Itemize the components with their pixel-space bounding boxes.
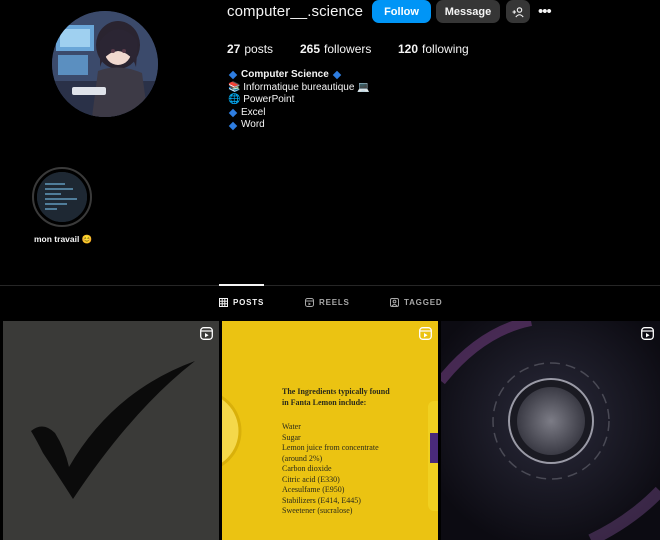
bio-line: Word <box>241 119 265 131</box>
bio-line: Excel <box>241 106 266 118</box>
following-count[interactable]: 120 following <box>398 42 469 56</box>
profile-avatar[interactable] <box>52 11 158 117</box>
tab-tagged[interactable]: TAGGED <box>390 298 442 307</box>
followers-count[interactable]: 265 followers <box>300 42 398 56</box>
tab-reels[interactable]: REELS <box>305 298 350 307</box>
more-options-icon[interactable]: ••• <box>538 3 552 20</box>
ingredient-item: Sweetener (sucralose) <box>282 506 353 515</box>
diamond-icon <box>332 71 342 80</box>
ingredient-item: Water <box>282 422 301 431</box>
highlight-label: mon travail 😊 <box>34 234 93 244</box>
diamond-icon <box>228 71 238 80</box>
post-thumbnail[interactable] <box>441 321 660 540</box>
ingredients-title: The Ingredients typically found in Fanta… <box>282 387 390 407</box>
post-thumbnail[interactable]: The Ingredients typically found in Fanta… <box>222 321 438 540</box>
ingredient-item: Stabilizers (E414, E445) <box>282 495 361 505</box>
ingredients-text: The Ingredients typically found in Fanta… <box>282 387 392 517</box>
posts-count: 27 posts <box>227 42 274 56</box>
follow-button[interactable]: Follow <box>372 0 431 23</box>
add-user-icon <box>512 6 524 17</box>
story-highlight[interactable] <box>32 167 92 227</box>
reels-icon <box>305 298 314 307</box>
checkmark-image <box>31 361 195 499</box>
tagged-icon <box>390 298 399 307</box>
post-thumbnail[interactable] <box>3 321 219 540</box>
diamond-icon <box>228 121 238 130</box>
highlight-cover <box>37 172 87 222</box>
profile-bio: Computer Science 📚 Informatique bureauti… <box>228 69 370 132</box>
ingredient-item: Carbon dioxide <box>282 464 332 473</box>
active-tab-indicator <box>219 284 264 286</box>
ingredient-item: Sugar <box>282 432 301 442</box>
suggest-user-button[interactable] <box>506 0 530 23</box>
ingredient-item: Citric acid (E330) <box>282 474 340 484</box>
reel-icon <box>641 327 654 340</box>
ingredient-item: Acesulfame (E950) <box>282 485 345 494</box>
message-button[interactable]: Message <box>436 0 500 23</box>
reel-icon <box>419 327 432 340</box>
reel-icon <box>200 327 213 340</box>
profile-username: computer__.science <box>227 3 364 20</box>
avatar-illustration <box>52 11 158 117</box>
bio-line: 📚 Informatique bureautique 💻 <box>228 81 370 93</box>
bio-line: 🌐 PowerPoint <box>228 94 295 106</box>
tabs-divider <box>0 285 660 286</box>
tab-posts[interactable]: POSTS <box>219 298 264 307</box>
bio-name: Computer Science <box>241 69 329 80</box>
circle-image <box>441 321 660 540</box>
diamond-icon <box>228 108 238 118</box>
grid-icon <box>219 298 228 307</box>
ingredient-item: Lemon juice from concentrate (around 2%) <box>282 443 379 463</box>
profile-stats: 27 posts 265 followers 120 following <box>227 42 469 56</box>
